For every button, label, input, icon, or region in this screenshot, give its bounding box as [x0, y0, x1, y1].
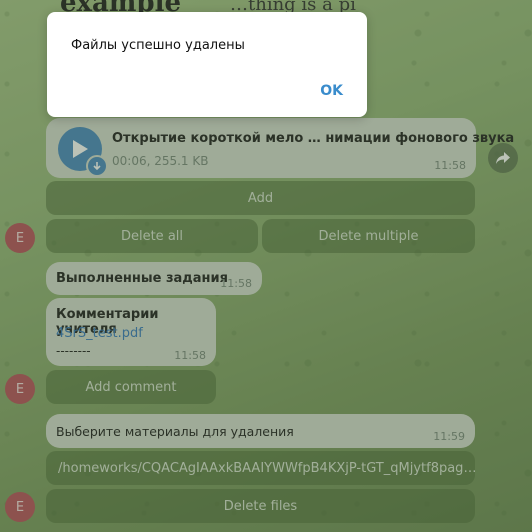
alert-dialog: Файлы успешно удалены OK	[47, 12, 367, 117]
ok-button[interactable]: OK	[320, 83, 343, 99]
dialog-message: Файлы успешно удалены	[71, 38, 245, 53]
